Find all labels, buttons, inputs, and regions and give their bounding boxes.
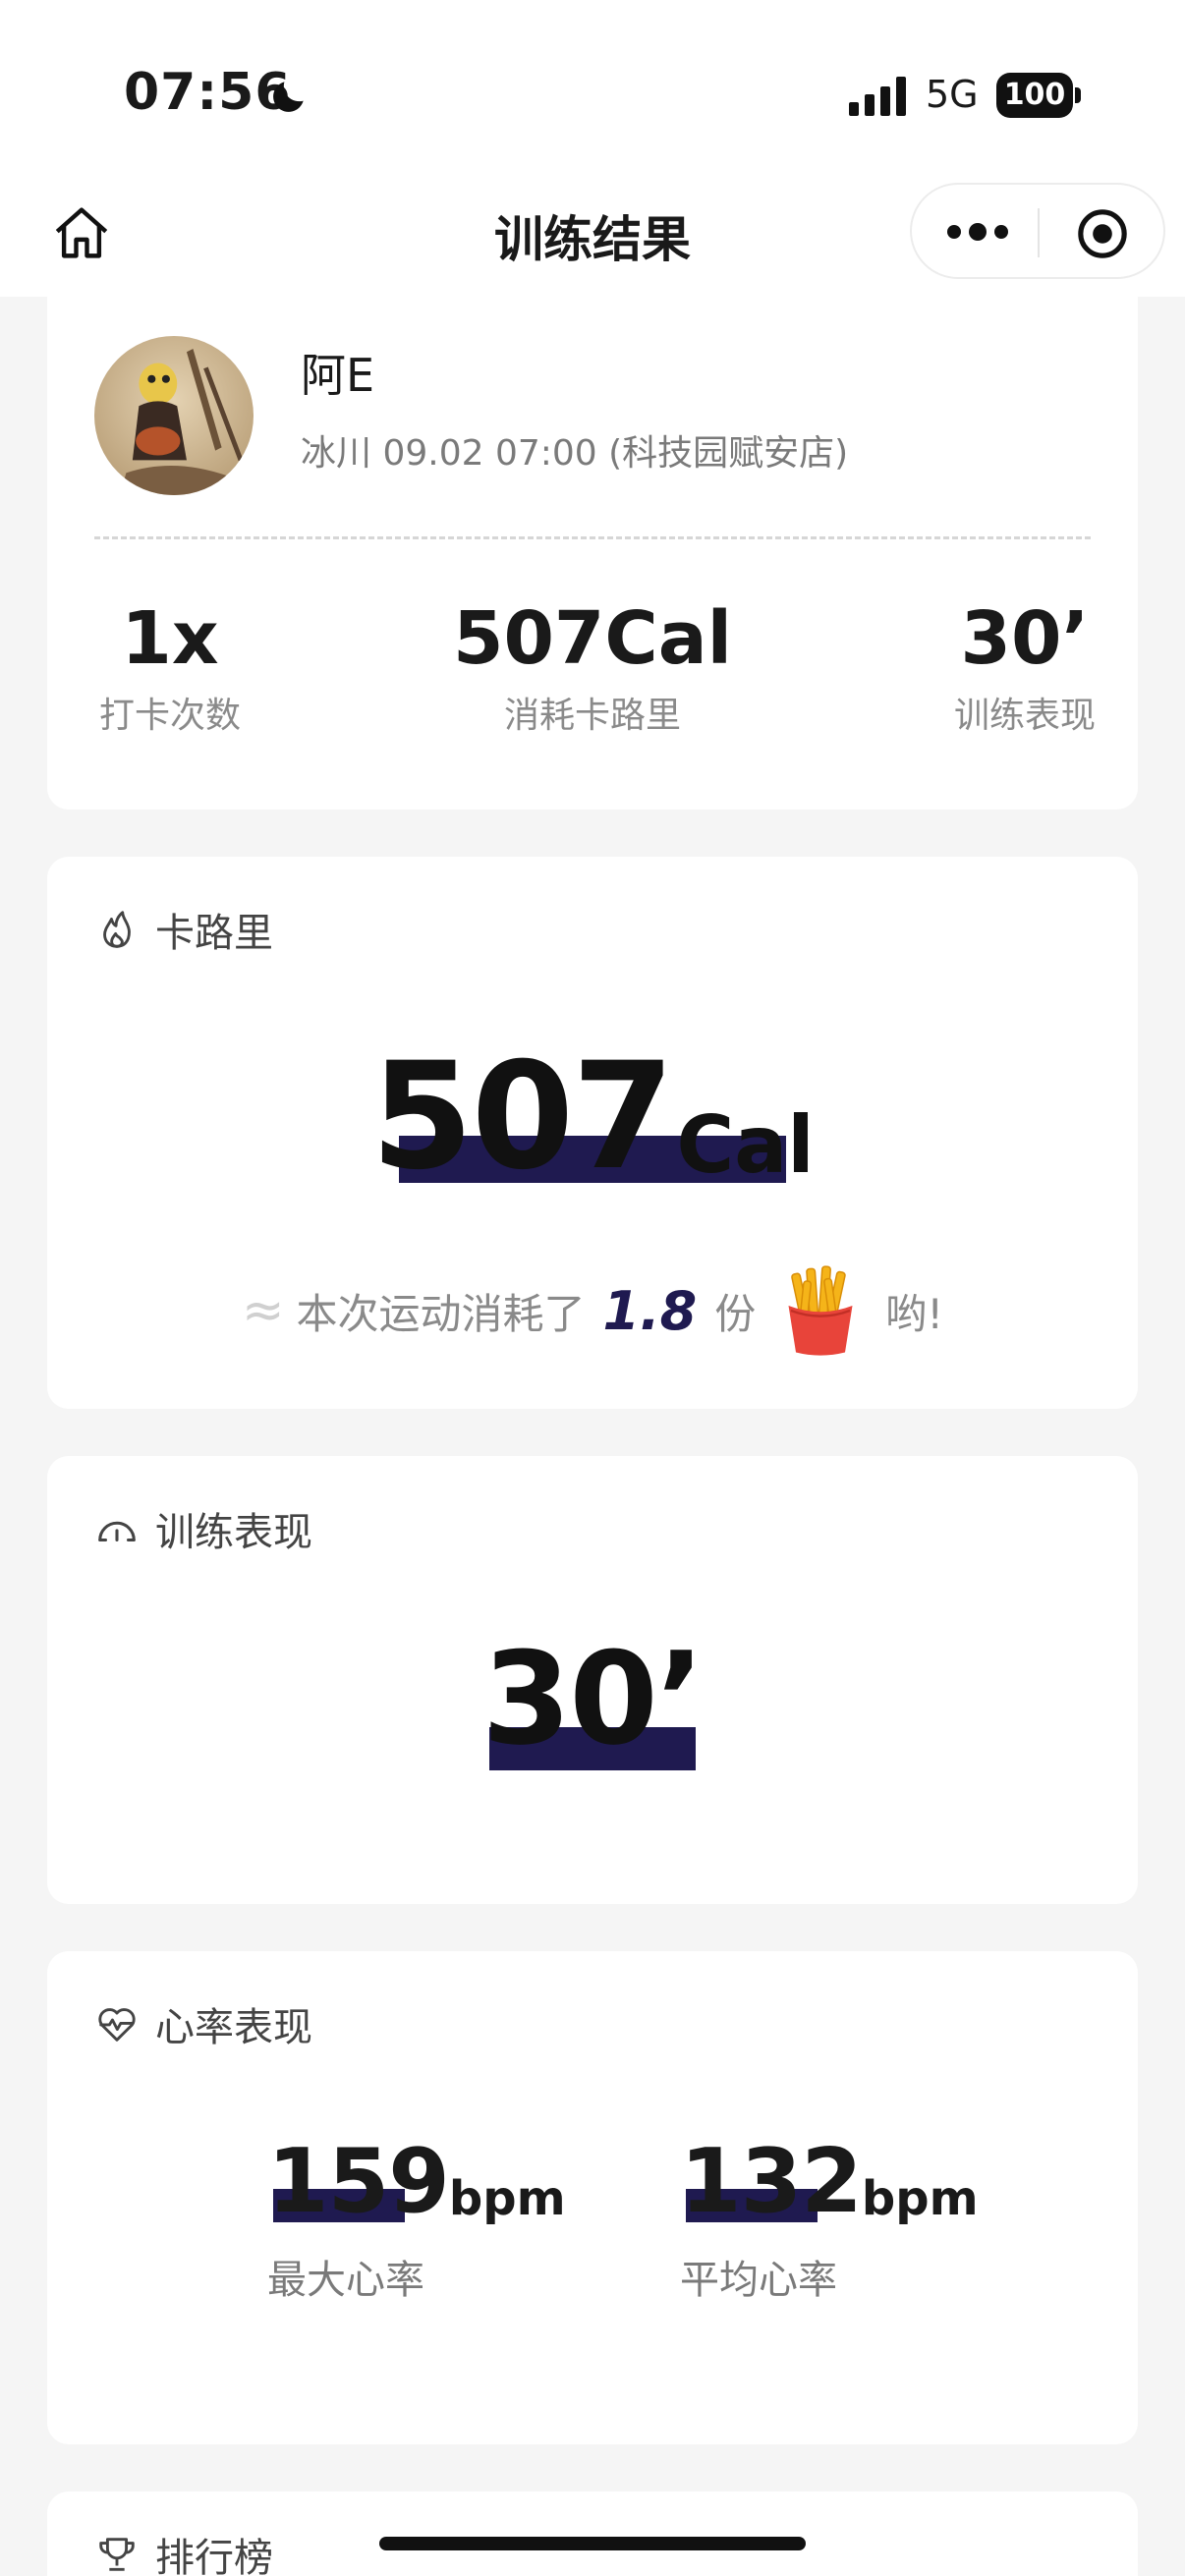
stat-value: 30’: [960, 596, 1090, 681]
capsule-divider: [1038, 208, 1040, 257]
max-heart-rate: 159 bpm 最大心率: [267, 2138, 566, 2305]
performance-value-display: 30’: [47, 1635, 1138, 1763]
session-info: 冰川 09.02 07:00 (科技园赋安店): [301, 433, 849, 474]
calories-value-display: 507 Cal: [47, 1043, 1138, 1191]
note-prefix: 本次运动消耗了: [296, 1289, 586, 1338]
avg-heart-rate: 132 bpm 平均心率: [680, 2138, 979, 2305]
home-indicator[interactable]: [379, 2537, 806, 2550]
nav-bar: 训练结果: [0, 183, 1185, 297]
username: 阿E: [301, 349, 375, 402]
metric-value-row: 132 bpm: [680, 2138, 979, 2226]
card-title: 卡路里: [155, 911, 273, 956]
metric-unit: bpm: [448, 2171, 566, 2226]
stat-calories: 507Cal 消耗卡路里: [411, 596, 774, 738]
note-measure: 份: [714, 1289, 757, 1338]
trophy-icon: [99, 2538, 135, 2571]
ranking-card[interactable]: 排行榜: [47, 2492, 1138, 2576]
metric-label: 平均心率: [680, 2258, 837, 2303]
performance-card: 训练表现 30’: [47, 1456, 1138, 1904]
approx-symbol: ≈: [241, 1281, 285, 1340]
mini-program-capsule: [910, 183, 1165, 279]
signal-icon: [849, 77, 906, 116]
more-icon[interactable]: [947, 212, 1008, 252]
heart-rate-card: 心率表现 159 bpm 最大心率 132 bpm 平均心率: [47, 1951, 1138, 2444]
avatar[interactable]: [94, 336, 254, 495]
metric-unit: bpm: [861, 2171, 979, 2226]
calories-card: 卡路里 507 Cal ≈ 本次运动消耗了 1.8 份 哟!: [47, 857, 1138, 1409]
note-suffix: 哟!: [885, 1289, 944, 1338]
calorie-equivalent-note: ≈ 本次运动消耗了 1.8 份 哟!: [47, 1261, 1138, 1360]
moon-icon: [273, 82, 304, 112]
card-title: 训练表现: [155, 1510, 312, 1555]
gauge-icon: [98, 1521, 136, 1542]
metric-value-row: 159 bpm: [267, 2138, 566, 2226]
network-label: 5G: [926, 73, 979, 116]
metric-value: 159: [267, 2130, 450, 2233]
performance-value: 30’: [481, 1624, 705, 1773]
equivalent-factor: 1.8: [602, 1279, 698, 1342]
card-header: 排行榜: [94, 2525, 273, 2576]
stat-performance: 30’ 训练表现: [912, 596, 1138, 738]
screen: 07:56 5G 100 训练结果 阿E 冰川 09.02 07:00 (科技园…: [0, 0, 1185, 2576]
calories-value: 507: [370, 1032, 674, 1203]
stat-checkins: 1x 打卡次数: [57, 596, 283, 738]
flame-icon: [103, 911, 131, 948]
calories-unit: Cal: [676, 1099, 815, 1191]
metric-value: 132: [680, 2130, 863, 2233]
status-time: 07:56: [124, 63, 292, 122]
card-title: 排行榜: [155, 2536, 273, 2576]
status-bar: 07:56 5G 100: [0, 0, 1185, 187]
dashed-divider: [94, 536, 1091, 539]
battery-indicator: 100: [996, 73, 1081, 118]
heart-pulse-icon: [98, 2008, 136, 2042]
metric-label: 最大心率: [267, 2258, 424, 2303]
stat-label: 消耗卡路里: [503, 696, 681, 737]
fries-icon: [788, 1265, 853, 1356]
stat-label: 训练表现: [953, 696, 1096, 737]
card-header: 卡路里: [94, 900, 273, 959]
battery-tip: [1075, 87, 1081, 103]
profile-card: 阿E 冰川 09.02 07:00 (科技园赋安店) 1x 打卡次数 507Ca…: [47, 285, 1138, 810]
card-header: 心率表现: [94, 1994, 312, 2053]
stat-label: 打卡次数: [98, 696, 241, 737]
card-title: 心率表现: [155, 2005, 312, 2050]
target-icon[interactable]: [1075, 206, 1130, 261]
stat-value: 1x: [121, 596, 219, 681]
stat-value: 507Cal: [452, 596, 733, 681]
battery-level: 100: [996, 73, 1073, 118]
card-header: 训练表现: [94, 1499, 312, 1558]
